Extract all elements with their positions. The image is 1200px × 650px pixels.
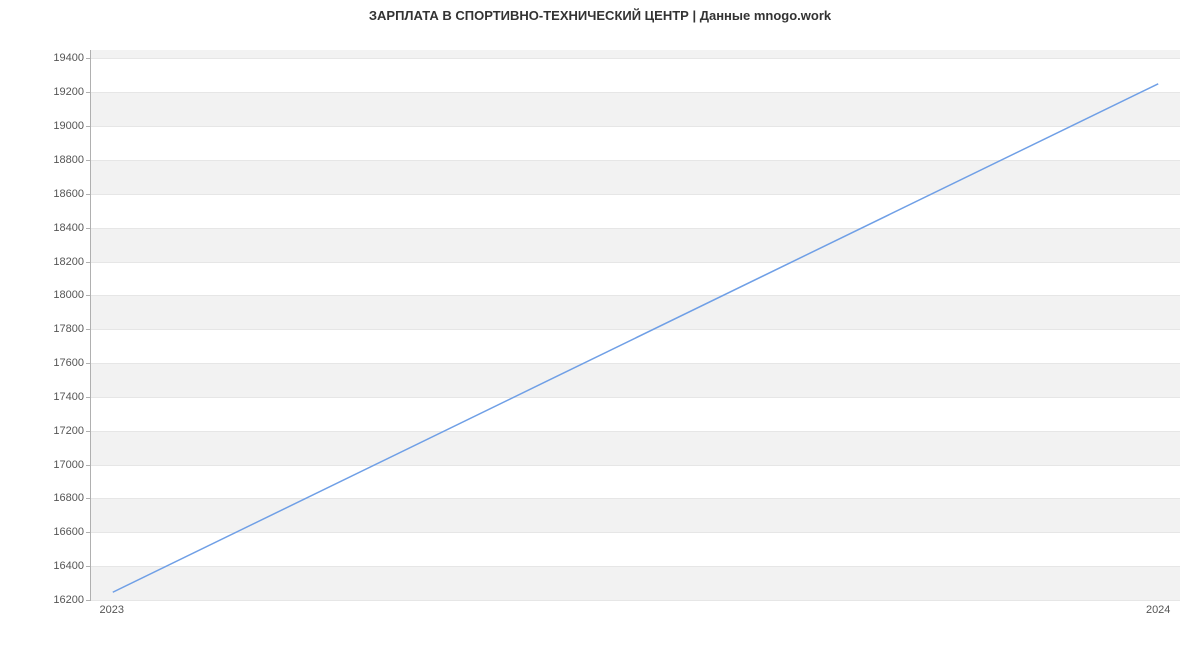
- ytick-label: 18400: [4, 222, 84, 234]
- ytick-label: 18600: [4, 188, 84, 200]
- data-line: [91, 50, 1180, 599]
- gridline: [91, 600, 1180, 601]
- ytick-label: 17000: [4, 459, 84, 471]
- ytick-label: 19400: [4, 52, 84, 64]
- series-line: [113, 84, 1158, 592]
- ytick-label: 17400: [4, 391, 84, 403]
- plot-area: [90, 50, 1180, 600]
- ytick-label: 18800: [4, 154, 84, 166]
- ytick-label: 19000: [4, 120, 84, 132]
- ytick-label: 16200: [4, 594, 84, 606]
- ytick-label: 17600: [4, 357, 84, 369]
- ytick-label: 17200: [4, 425, 84, 437]
- ytick-label: 18000: [4, 289, 84, 301]
- ytick-label: 19200: [4, 86, 84, 98]
- ytick-label: 16800: [4, 492, 84, 504]
- ytick-label: 17800: [4, 323, 84, 335]
- ytick-label: 16600: [4, 526, 84, 538]
- ytick-label: 16400: [4, 560, 84, 572]
- xtick-label: 2024: [1146, 604, 1170, 616]
- ytick-label: 18200: [4, 256, 84, 268]
- xtick-label: 2023: [100, 604, 124, 616]
- chart-container: ЗАРПЛАТА В СПОРТИВНО-ТЕХНИЧЕСКИЙ ЦЕНТР |…: [0, 0, 1200, 650]
- chart-title: ЗАРПЛАТА В СПОРТИВНО-ТЕХНИЧЕСКИЙ ЦЕНТР |…: [0, 8, 1200, 23]
